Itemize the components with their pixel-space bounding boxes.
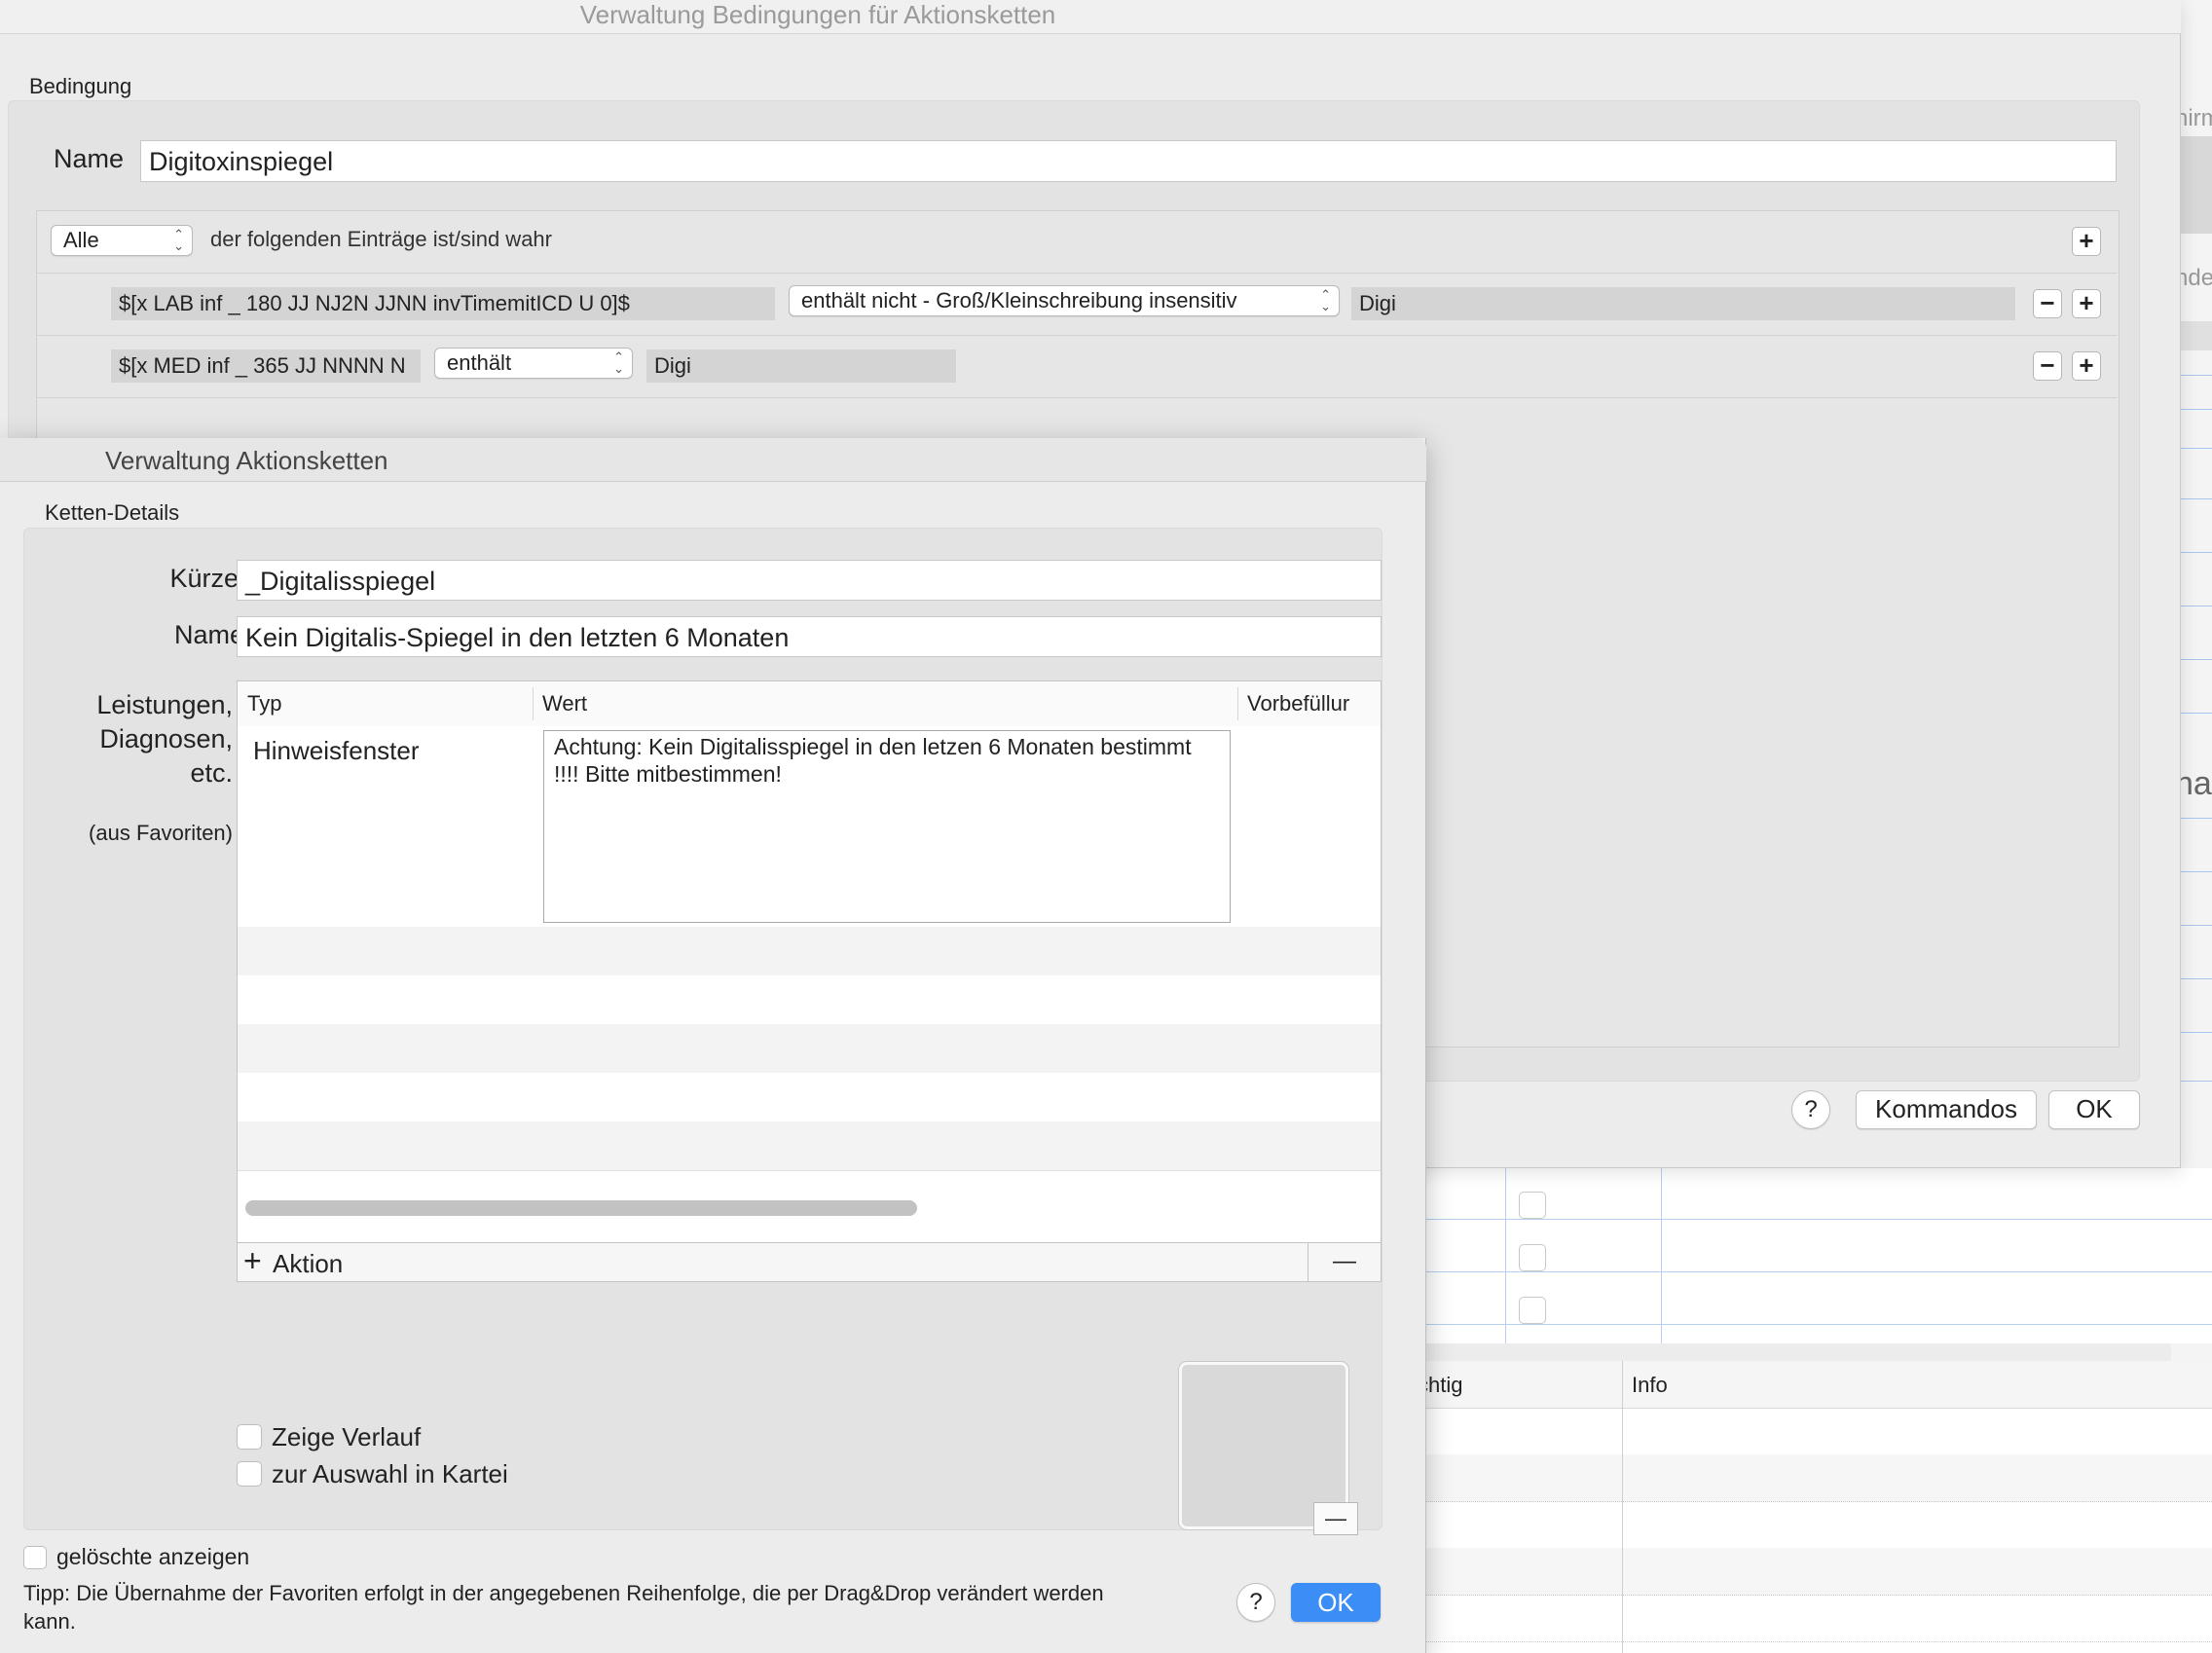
favorites-label: (aus Favoriten): [89, 821, 233, 845]
remove-image-button[interactable]: —: [1313, 1502, 1358, 1535]
chains-window: Verwaltung Aktionsketten Ketten-Details …: [0, 438, 1426, 1653]
rule-header-row: Alle ⌃ ⌄ der folgenden Einträge ist/sind …: [37, 211, 2118, 274]
table-row[interactable]: [238, 1024, 1381, 1073]
match-mode-popup[interactable]: Alle ⌃ ⌄: [51, 225, 193, 256]
ok-button[interactable]: OK: [1291, 1583, 1381, 1622]
rule-row: $[x MED inf _ 365 JJ NNNN N enthält ⌃ ⌄ D…: [37, 336, 2118, 398]
name-label: Name: [54, 144, 125, 173]
table-row[interactable]: [238, 1073, 1381, 1121]
show-history-checkbox[interactable]: [237, 1424, 262, 1450]
rule-operator-popup[interactable]: enthält ⌃ ⌄: [434, 348, 633, 379]
condition-name-field[interactable]: Digitoxinspiegel: [140, 140, 2117, 182]
add-action-button[interactable]: + Aktion: [238, 1243, 1309, 1281]
table-footer: + Aktion —: [237, 1243, 1382, 1282]
chain-name-field[interactable]: Kein Digitalis-Spiegel in den letzten 6 …: [237, 616, 1382, 657]
popup-arrows-icon: ⌃ ⌄: [613, 349, 624, 376]
plus-icon: +: [243, 1243, 262, 1278]
column-header-value[interactable]: Wert: [542, 691, 587, 716]
ok-button[interactable]: OK: [2048, 1090, 2140, 1129]
popup-arrows-icon: ⌃ ⌄: [1320, 287, 1331, 313]
table-row[interactable]: Hinweisfenster Achtung: Kein Digitalissp…: [238, 726, 1381, 927]
actions-table: Typ Wert Vorbefüllur Hinweisfenster Acht…: [237, 680, 1382, 1243]
name-label: Name: [173, 620, 244, 649]
column-header-prefill[interactable]: Vorbefüllur: [1247, 691, 1349, 716]
window-title: Verwaltung Bedingungen für Aktionsketten: [579, 0, 1056, 29]
add-rule-button[interactable]: +: [2072, 227, 2101, 256]
services-label-line: etc.: [190, 758, 233, 788]
horizontal-scrollbar[interactable]: [245, 1200, 917, 1216]
background-checkbox[interactable]: [1519, 1297, 1546, 1324]
show-history-label: Zeige Verlauf: [272, 1422, 422, 1451]
short-field[interactable]: _Digitalisspiegel: [237, 560, 1382, 601]
services-label-line: Diagnosen,: [99, 724, 233, 753]
rule-row: $[x LAB inf _ 180 JJ NJ2N JJNN invTimemi…: [37, 274, 2118, 336]
selection-in-chart-checkbox[interactable]: [237, 1461, 262, 1487]
action-type-cell: Hinweisfenster: [253, 736, 420, 765]
match-mode-value: Alle: [63, 228, 99, 252]
table-header: Typ Wert Vorbefüllur: [238, 681, 1381, 727]
table-row[interactable]: [238, 927, 1381, 975]
chain-details-group: Kürzel _Digitalisspiegel Name Kein Digit…: [23, 528, 1382, 1535]
rule-value: Digi: [1351, 287, 2015, 320]
background-table: [1412, 1168, 2212, 1343]
remove-rule-button[interactable]: −: [2033, 289, 2062, 318]
column-header-type[interactable]: Typ: [247, 691, 281, 716]
background-column-header[interactable]: Info: [1632, 1373, 1668, 1398]
rule-field: $[x LAB inf _ 180 JJ NJ2N JJNN invTimemi…: [111, 287, 775, 320]
help-button[interactable]: ?: [1791, 1090, 1830, 1129]
conditions-window-titlebar[interactable]: Verwaltung Bedingungen für Aktionsketten: [0, 0, 2181, 34]
tip-text: Tipp: Die Übernahme der Favoriten erfolg…: [23, 1581, 1104, 1634]
action-value-textarea[interactable]: Achtung: Kein Digitalisspiegel in den le…: [543, 730, 1231, 923]
help-button[interactable]: ?: [1236, 1583, 1275, 1622]
rule-field: $[x MED inf _ 365 JJ NNNN N: [111, 349, 421, 383]
background-list-header: chtig Info: [1412, 1361, 2212, 1409]
commands-button[interactable]: Kommandos: [1856, 1090, 2037, 1129]
show-deleted-checkbox[interactable]: [23, 1546, 47, 1569]
background-list: chtig Info: [1412, 1361, 2212, 1653]
table-row[interactable]: [238, 1121, 1381, 1170]
rule-operator-value: enthält nicht - Groß/Kleinschreibung ins…: [801, 288, 1237, 312]
services-label: Leistungen, Diagnosen, etc.: [44, 688, 233, 790]
window-title: Verwaltung Aktionsketten: [105, 446, 388, 475]
match-text: der folgenden Einträge ist/sind wahr: [210, 227, 552, 251]
short-label: Kürzel: [169, 564, 244, 593]
add-rule-button[interactable]: +: [2072, 289, 2101, 318]
chains-window-titlebar[interactable]: Verwaltung Aktionsketten: [0, 438, 1426, 482]
remove-action-button[interactable]: —: [1309, 1243, 1381, 1281]
add-action-label: Aktion: [273, 1249, 344, 1278]
show-deleted-label: gelöschte anzeigen: [56, 1544, 250, 1569]
section-label: Ketten-Details: [45, 500, 180, 525]
rule-operator-popup[interactable]: enthält nicht - Groß/Kleinschreibung ins…: [789, 285, 1340, 316]
add-rule-button[interactable]: +: [2072, 351, 2101, 381]
background-checkbox[interactable]: [1519, 1244, 1546, 1271]
remove-rule-button[interactable]: −: [2033, 351, 2062, 381]
rule-operator-value: enthält: [447, 350, 512, 375]
section-label: Bedingung: [29, 74, 132, 98]
services-label-line: Leistungen,: [96, 690, 233, 719]
rule-value: Digi: [646, 349, 956, 383]
table-row[interactable]: [238, 975, 1381, 1024]
scrollbar-track[interactable]: [238, 1170, 1381, 1219]
selection-in-chart-label: zur Auswahl in Kartei: [272, 1459, 508, 1488]
popup-arrows-icon: ⌃ ⌄: [173, 227, 184, 253]
background-checkbox[interactable]: [1519, 1192, 1546, 1219]
